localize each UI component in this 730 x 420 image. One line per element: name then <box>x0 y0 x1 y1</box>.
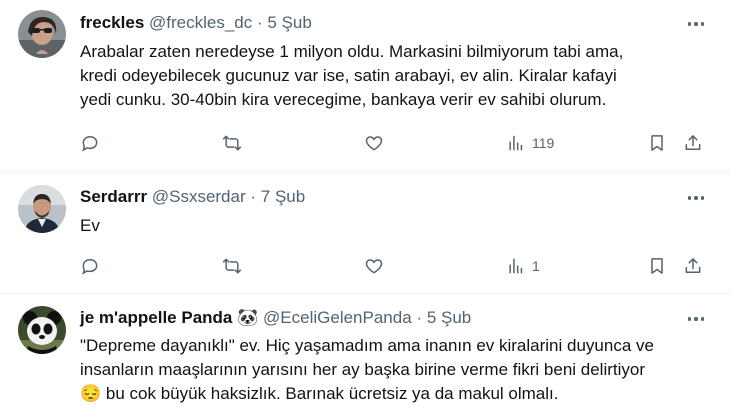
tweet-text-line: 😔 bu cok büyük haksizlık. Barınak ücrets… <box>80 382 710 406</box>
separator: · <box>250 187 257 206</box>
author-name[interactable]: freckles <box>80 13 144 32</box>
retweet-icon <box>222 258 242 274</box>
retweet-button[interactable] <box>222 253 242 279</box>
tweet-text: Ev <box>80 214 710 238</box>
tweet-text: Arabalar zaten neredeyse 1 milyon oldu. … <box>80 40 710 112</box>
tweet-header: je m'appelle Panda 🐼 @EceliGelenPanda · … <box>80 307 471 329</box>
retweet-button[interactable] <box>222 130 242 156</box>
bookmark-button[interactable] <box>647 253 667 279</box>
bookmark-button[interactable] <box>647 130 667 156</box>
author-name[interactable]: je m'appelle Panda <box>80 308 232 327</box>
timestamp[interactable]: 7 Şub <box>261 187 305 206</box>
tweet-header: freckles @freckles_dc · 5 Şub <box>80 12 312 34</box>
separator: · <box>416 308 423 327</box>
heart-icon <box>365 259 383 274</box>
avatar[interactable] <box>18 306 66 354</box>
share-icon <box>685 258 701 273</box>
heart-icon <box>365 136 383 151</box>
views-button[interactable]: 1 <box>506 253 540 279</box>
tweet-text-line: insanların maaşlarının yarısını her ay b… <box>80 360 646 379</box>
more-options-icon[interactable] <box>684 188 708 208</box>
reply-button[interactable] <box>80 253 100 279</box>
timestamp[interactable]: 5 Şub <box>427 308 471 327</box>
tweet-text-line: "Depreme dayanıklı" ev. Hiç yaşamadım am… <box>80 336 654 355</box>
separator: · <box>257 13 263 32</box>
views-button[interactable]: 119 <box>506 130 554 156</box>
author-handle[interactable]: @freckles_dc <box>149 13 252 32</box>
tweet-header: Serdarrr @Ssxserdar · 7 Şub <box>80 186 305 208</box>
author-handle[interactable]: @Ssxserdar <box>152 187 246 206</box>
timestamp[interactable]: 5 Şub <box>267 13 311 32</box>
retweet-icon <box>222 135 242 151</box>
reply-icon <box>82 258 98 275</box>
bookmark-icon <box>651 135 663 151</box>
author-handle[interactable]: @EceliGelenPanda <box>263 308 412 327</box>
like-button[interactable] <box>364 130 384 156</box>
tweet-actions: 119 <box>80 130 710 156</box>
pensive-emoji-icon: 😔 <box>80 384 102 403</box>
tweet-text-line: yedi cunku. 30-40bin kira verecegime, ba… <box>80 90 607 109</box>
tweet-actions: 1 <box>80 253 710 279</box>
author-name[interactable]: Serdarrr <box>80 187 147 206</box>
share-icon <box>685 135 701 150</box>
views-count: 119 <box>532 135 555 151</box>
tweet-panda[interactable]: je m'appelle Panda 🐼 @EceliGelenPanda · … <box>0 294 730 420</box>
tweet-freckles[interactable]: freckles @freckles_dc · 5 Şub Arabalar z… <box>0 0 730 172</box>
bookmark-icon <box>651 258 663 274</box>
more-options-icon[interactable] <box>684 14 708 34</box>
avatar[interactable] <box>18 185 66 233</box>
avatar[interactable] <box>18 10 66 58</box>
tweet-text-line: Ev <box>80 216 100 235</box>
panda-emoji-icon: 🐼 <box>237 308 259 327</box>
tweet-text-line-segment: bu cok büyük haksizlık. Barınak ücretsiz… <box>105 384 559 403</box>
reply-button[interactable] <box>80 130 100 156</box>
tweet-serdarrr[interactable]: Serdarrr @Ssxserdar · 7 Şub Ev 1 <box>0 173 730 293</box>
share-button[interactable] <box>683 253 703 279</box>
tweet-text: "Depreme dayanıklı" ev. Hiç yaşamadım am… <box>80 334 710 406</box>
more-options-icon[interactable] <box>684 309 708 329</box>
like-button[interactable] <box>364 253 384 279</box>
views-count: 1 <box>532 258 540 274</box>
tweet-text-line: Arabalar zaten neredeyse 1 milyon oldu. … <box>80 42 624 61</box>
reply-icon <box>82 135 98 152</box>
tweet-text-line: kredi odeyebilecek gucunuz var ise, sati… <box>80 66 617 85</box>
share-button[interactable] <box>683 130 703 156</box>
views-chart-icon <box>509 135 523 151</box>
views-chart-icon <box>509 258 523 274</box>
